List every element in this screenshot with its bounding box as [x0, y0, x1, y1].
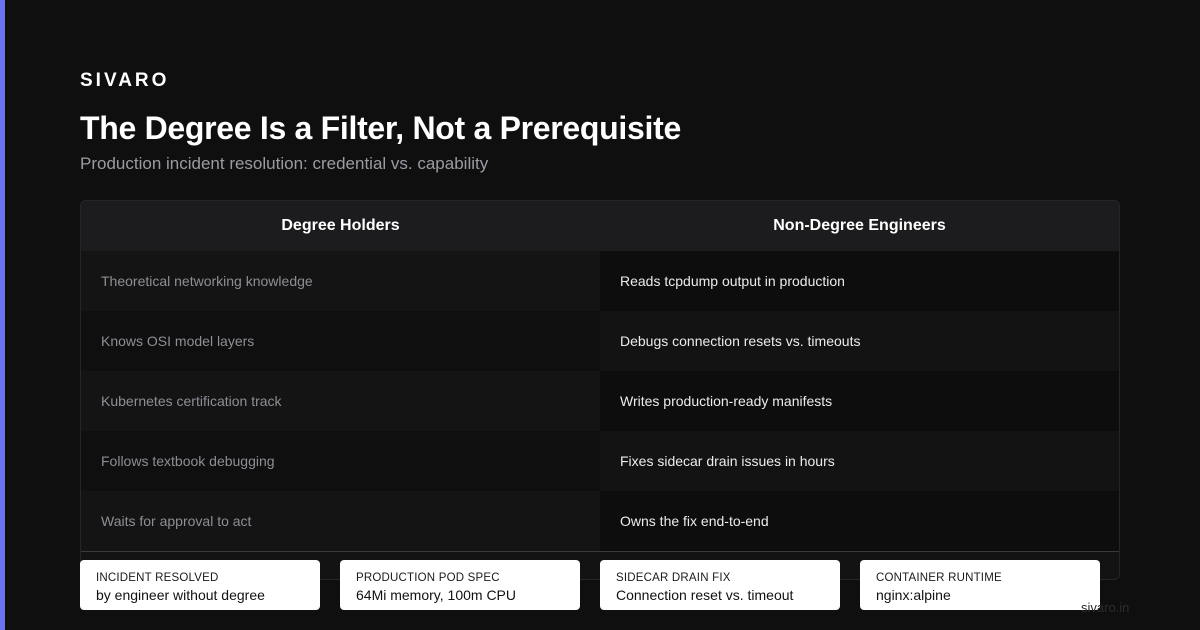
stat-value: nginx:alpine [876, 587, 951, 603]
accent-bar [0, 0, 5, 630]
stat-label: Incident resolved [96, 572, 219, 584]
table-row: Follows textbook debugging Fixes sidecar… [81, 431, 1119, 491]
table-cell-degree: Follows textbook debugging [81, 431, 600, 491]
stat-value: Connection reset vs. timeout [616, 587, 794, 603]
stat-label: Container runtime [876, 572, 1002, 584]
stat-label: Production pod spec [356, 572, 500, 584]
page-subtitle: Production incident resolution: credenti… [80, 154, 489, 173]
table-header: Degree Holders Non-Degree Engineers [81, 201, 1119, 251]
table-cell-degree: Kubernetes certification track [81, 371, 600, 431]
table-cell-non-degree: Owns the fix end-to-end [600, 491, 1119, 551]
stat-value: by engineer without degree [96, 587, 265, 603]
stat-card: Container runtime nginx:alpine [860, 560, 1100, 610]
stat-card: Sidecar drain fix Connection reset vs. t… [600, 560, 840, 610]
stat-card: Production pod spec 64Mi memory, 100m CP… [340, 560, 580, 610]
footer-url: sivaro.in [1081, 600, 1130, 615]
stat-value: 64Mi memory, 100m CPU [356, 587, 517, 603]
page-title: The Degree Is a Filter, Not a Prerequisi… [80, 110, 681, 146]
table-cell-non-degree: Fixes sidecar drain issues in hours [600, 431, 1119, 491]
table-row: Theoretical networking knowledge Reads t… [81, 251, 1119, 311]
table-row: Kubernetes certification track Writes pr… [81, 371, 1119, 431]
column-header-degree-holders: Degree Holders [281, 217, 400, 234]
stat-card: Incident resolved by engineer without de… [80, 560, 320, 610]
table-divider [81, 551, 1119, 552]
brand-logo: SIVARO [80, 70, 170, 91]
table-cell-non-degree: Writes production-ready manifests [600, 371, 1119, 431]
stats-row: Incident resolved by engineer without de… [80, 560, 1100, 610]
table-cell-non-degree: Reads tcpdump output in production [600, 251, 1119, 311]
table-body: Theoretical networking knowledge Reads t… [81, 251, 1119, 551]
table-cell-non-degree: Debugs connection resets vs. timeouts [600, 311, 1119, 371]
table-row: Knows OSI model layers Debugs connection… [81, 311, 1119, 371]
table-row: Waits for approval to act Owns the fix e… [81, 491, 1119, 551]
table-cell-degree: Waits for approval to act [81, 491, 600, 551]
column-header-non-degree-engineers: Non-Degree Engineers [773, 217, 946, 234]
table-cell-degree: Knows OSI model layers [81, 311, 600, 371]
comparison-table: Degree Holders Non-Degree Engineers Theo… [80, 200, 1120, 580]
stat-label: Sidecar drain fix [616, 572, 731, 584]
table-cell-degree: Theoretical networking knowledge [81, 251, 600, 311]
